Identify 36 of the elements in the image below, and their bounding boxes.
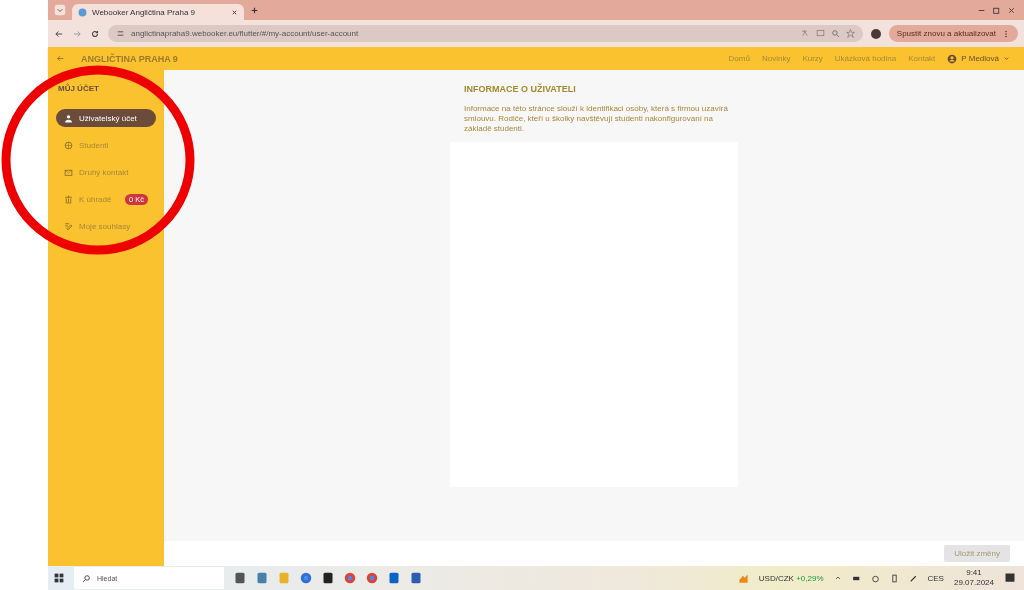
star-icon[interactable]	[845, 29, 855, 38]
reload-icon[interactable]	[90, 28, 100, 39]
search-icon	[82, 573, 91, 583]
user-menu[interactable]: P Medlová	[947, 53, 1010, 64]
sidebar-item[interactable]: Uživatelský účet	[56, 109, 156, 127]
page-description: Informace na této stránce slouží k identifikaci osoby, která s firmou uzavírá smlouvu. Rodiče, kteří u školky navštěvují studenti nakonfigurovaní na základě studenti.	[464, 104, 729, 134]
windows-icon[interactable]	[54, 573, 64, 583]
close-icon[interactable]	[1007, 5, 1016, 15]
sidebar-heading: MŮJ ÚČET	[58, 84, 100, 93]
pen-icon[interactable]	[908, 573, 918, 583]
building-icon	[64, 194, 73, 204]
globe-icon	[78, 7, 87, 17]
page-title: INFORMACE O UŽIVATELI	[464, 84, 577, 94]
zoom-icon[interactable]	[830, 29, 840, 38]
update-button[interactable]: Spustit znovu a aktualizovat	[888, 25, 1018, 42]
close-icon[interactable]	[231, 8, 238, 16]
app-title: ANGLIČTINA PRAHA 9	[81, 53, 179, 64]
restore-icon[interactable]	[992, 5, 1001, 15]
caret-icon	[1003, 55, 1010, 62]
more-icon	[1002, 29, 1010, 38]
profile-avatar[interactable]	[870, 28, 881, 39]
globe-icon	[64, 140, 73, 150]
site-settings-icon[interactable]	[116, 29, 125, 38]
clock[interactable]: 9:41 29.07.2024	[953, 568, 994, 588]
envelope-icon	[64, 167, 73, 177]
back-icon[interactable]	[56, 54, 65, 63]
back-icon[interactable]	[54, 28, 64, 39]
new-tab-icon[interactable]	[250, 5, 259, 15]
chevron-up-icon[interactable]	[833, 574, 842, 582]
person-icon	[64, 113, 73, 123]
language-indicator[interactable]: CES	[927, 573, 944, 583]
pen-icon	[64, 221, 73, 231]
browser-tab[interactable]: Webooker Angličtina Praha 9	[72, 4, 244, 20]
currency-ticker[interactable]: USD/CZK +0,29%	[758, 573, 824, 583]
address-bar[interactable]: anglictinapraha9.webooker.eu/flutter/#/my-account/user-account	[108, 25, 863, 42]
user-icon	[947, 53, 958, 64]
